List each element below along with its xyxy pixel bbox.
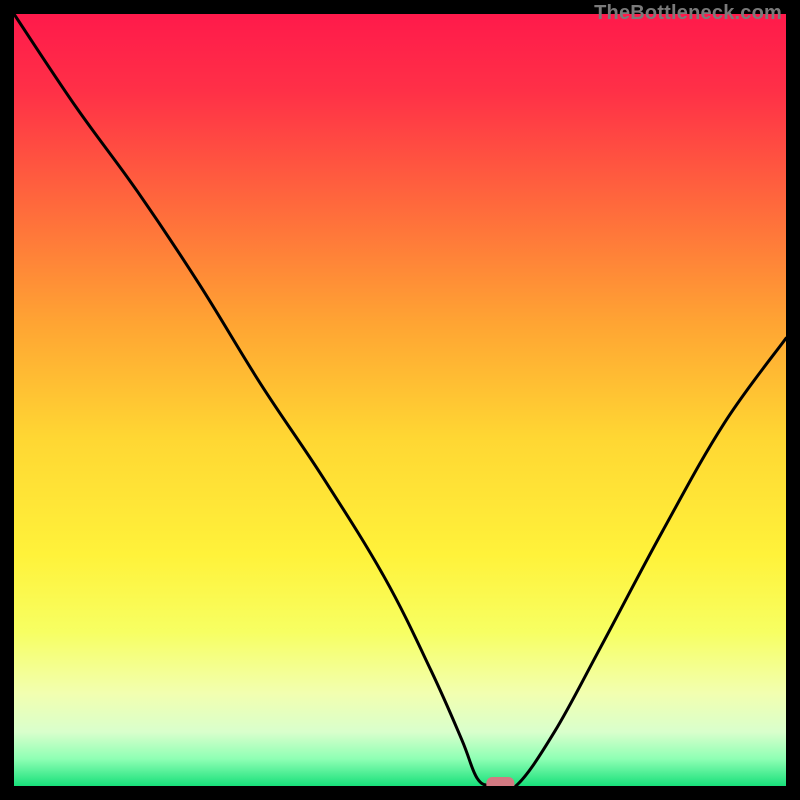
chart-frame [14, 14, 786, 786]
watermark-text: TheBottleneck.com [594, 2, 782, 25]
chart-background [14, 14, 786, 786]
chart-plot [14, 14, 786, 786]
optimum-marker [486, 777, 514, 786]
